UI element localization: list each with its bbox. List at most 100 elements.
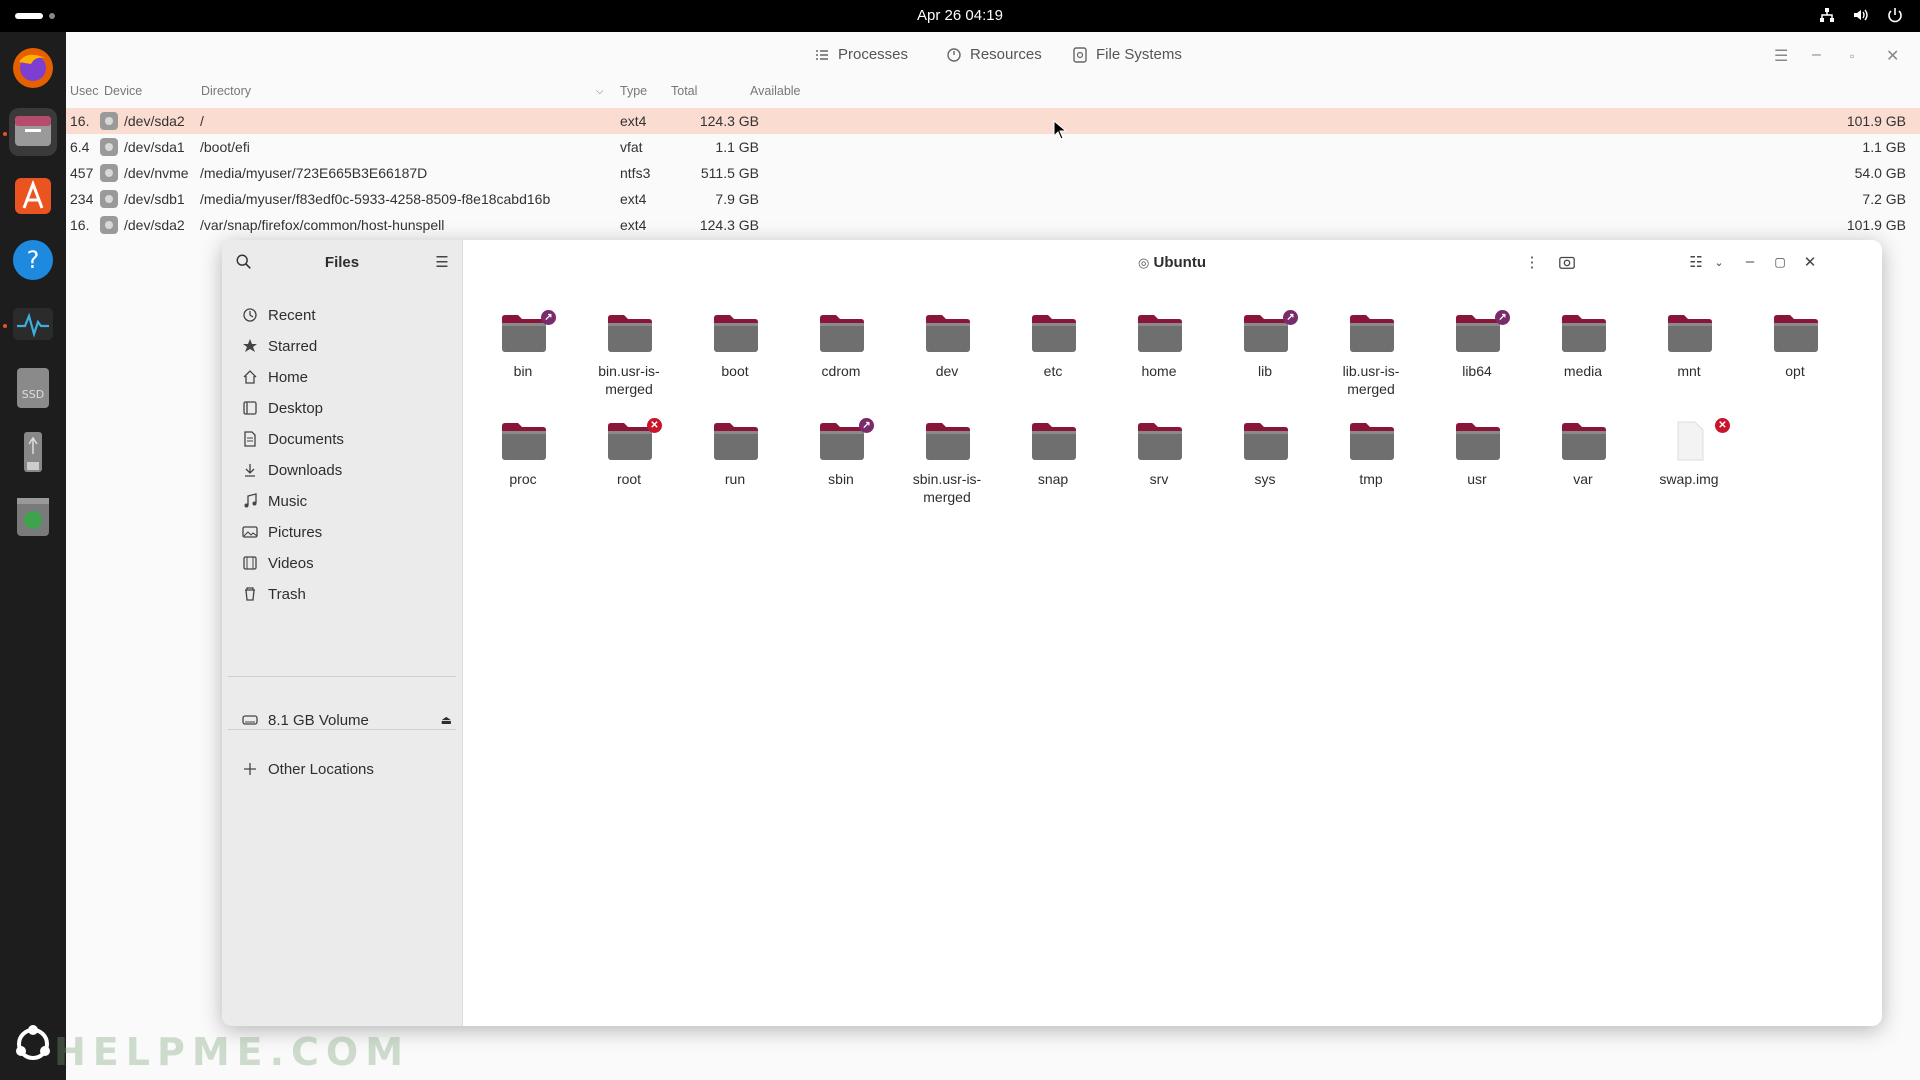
tab-processes[interactable]: Processes <box>814 46 908 63</box>
sidebar-item-downloads[interactable]: Downloads <box>242 453 452 487</box>
clock[interactable]: Apr 26 04:19 <box>0 7 1920 24</box>
item-name: proc <box>509 471 537 487</box>
folder-icon <box>1350 315 1394 352</box>
app-center-icon[interactable] <box>9 172 57 220</box>
item-name: lib.usr-is-merged <box>1342 363 1400 397</box>
item-name: var <box>1573 471 1593 487</box>
maximize-icon[interactable]: ▢ <box>1770 255 1790 275</box>
minimize-icon[interactable]: – <box>1812 46 1821 64</box>
cell-type: ext4 <box>620 191 647 207</box>
sidebar-item-desktop[interactable]: Desktop <box>242 391 452 425</box>
chevron-down-icon[interactable]: ⌄ <box>1709 256 1729 276</box>
help-icon[interactable]: ? <box>9 236 57 284</box>
search-files-icon[interactable] <box>1557 253 1577 273</box>
folder-item[interactable]: ↗ lib64 <box>1427 310 1527 410</box>
col-available[interactable]: Available <box>750 84 801 98</box>
sidebar-item-other-locations[interactable]: Other Locations <box>242 752 452 786</box>
cell-directory: /boot/efi <box>200 139 250 155</box>
folder-icon <box>502 423 546 460</box>
table-row[interactable]: 457/dev/nvme/media/myuser/723E665B3E6618… <box>66 160 1920 186</box>
cell-available: 7.2 GB <box>1862 191 1906 207</box>
sidebar-item-pictures[interactable]: Pictures <box>242 515 452 549</box>
col-total[interactable]: Total <box>671 84 697 98</box>
folder-icon <box>1138 315 1182 352</box>
table-row[interactable]: 234/dev/sdb1/media/myuser/f83edf0c-5933-… <box>66 186 1920 212</box>
folder-item[interactable]: ↗ lib <box>1215 310 1315 410</box>
list-view-icon[interactable]: ☷ <box>1686 253 1706 273</box>
folder-item[interactable]: ↗ sbin <box>791 418 891 518</box>
tab-resources[interactable]: Resources <box>946 46 1042 63</box>
trash-icon[interactable] <box>9 492 57 540</box>
files-main: ◎ Ubuntu ⋮ ☷ ⌄ – ▢ ✕ ↗ bin bin.usr-is-mer… <box>462 240 1882 1026</box>
col-directory[interactable]: Directory <box>201 84 251 98</box>
show-apps-icon[interactable] <box>9 1020 57 1068</box>
folder-item[interactable]: usr <box>1427 418 1527 518</box>
col-type[interactable]: Type <box>620 84 647 98</box>
sidebar-item-label: Trash <box>268 585 306 603</box>
folder-item[interactable]: var <box>1533 418 1633 518</box>
folder-item[interactable]: media <box>1533 310 1633 410</box>
sidebar-item-music[interactable]: Music <box>242 484 452 518</box>
col-device[interactable]: Device <box>104 84 142 98</box>
folder-item[interactable]: boot <box>685 310 785 410</box>
sidebar-item-home[interactable]: Home <box>242 360 452 394</box>
table-row[interactable]: 6.4/dev/sda1/boot/efi vfat 1.1 GB 1.1 GB <box>66 134 1920 160</box>
folder-item[interactable]: ↗ bin <box>473 310 573 410</box>
folder-item[interactable]: tmp <box>1321 418 1421 518</box>
close-icon[interactable]: ✕ <box>1800 253 1820 273</box>
tab-file-systems[interactable]: File Systems <box>1072 46 1182 63</box>
star-icon <box>243 339 257 352</box>
folder-item[interactable]: bin.usr-is-merged <box>579 310 679 410</box>
table-row[interactable]: 16. /dev/sda2/var/snap/firefox/common/hos… <box>66 212 1920 238</box>
sidebar-item-recent[interactable]: Recent <box>242 298 452 332</box>
symlink-emblem-icon: ↗ <box>859 418 874 433</box>
more-options-icon[interactable]: ⋮ <box>1522 253 1542 273</box>
folder-item[interactable]: proc <box>473 418 573 518</box>
restore-icon[interactable]: ▫ <box>1850 49 1854 63</box>
folder-item[interactable]: snap <box>1003 418 1103 518</box>
folder-item[interactable]: etc <box>1003 310 1103 410</box>
sort-chevron-icon[interactable]: ⌵ <box>596 86 604 97</box>
folder-item[interactable]: sys <box>1215 418 1315 518</box>
sidebar-item-starred[interactable]: Starred <box>242 329 452 363</box>
file-item[interactable]: ✕ swap.img <box>1639 418 1739 518</box>
firefox-icon[interactable] <box>9 44 57 92</box>
divider <box>228 676 456 677</box>
menu-icon[interactable]: ☰ <box>1774 46 1788 66</box>
system-tray[interactable] <box>1818 6 1904 24</box>
folder-item[interactable]: srv <box>1109 418 1209 518</box>
folder-item[interactable]: home <box>1109 310 1209 410</box>
hamburger-menu-icon[interactable]: ☰ <box>432 253 452 273</box>
folder-item[interactable]: sbin.usr-is-merged <box>897 418 997 518</box>
folder-item[interactable]: ✕ root <box>579 418 679 518</box>
files-icon[interactable] <box>9 108 57 156</box>
item-name: bin <box>513 363 533 379</box>
sidebar-item-videos[interactable]: Videos <box>242 546 452 580</box>
cell-device: /dev/sda2 <box>124 113 185 129</box>
cell-used: 234 <box>70 191 94 207</box>
col-used[interactable]: Usec <box>70 84 98 98</box>
folder-item[interactable]: run <box>685 418 785 518</box>
cell-used: 16. <box>70 113 90 129</box>
usb-drive-icon[interactable] <box>9 428 57 476</box>
clock-icon <box>243 308 257 322</box>
sidebar-item-label: Recent <box>268 306 316 324</box>
folder-item[interactable]: lib.usr-is-merged <box>1321 310 1421 410</box>
tab-processes-label: Processes <box>838 46 909 63</box>
sidebar-item-volume[interactable]: 8.1 GB Volume ⏏ <box>242 703 452 737</box>
location-title[interactable]: ◎ Ubuntu <box>462 254 1882 271</box>
close-icon[interactable]: ✕ <box>1886 46 1899 66</box>
cell-used: 457 <box>70 165 94 181</box>
sidebar-item-documents[interactable]: Documents <box>242 422 452 456</box>
folder-item[interactable]: dev <box>897 310 997 410</box>
folder-item[interactable]: mnt <box>1639 310 1739 410</box>
table-row[interactable]: 16. /dev/sda2 / ext4 124.3 GB 101.9 GB <box>66 108 1920 134</box>
ssd-drive-icon[interactable]: SSD <box>9 364 57 412</box>
folder-item[interactable]: cdrom <box>791 310 891 410</box>
item-name: lib <box>1257 363 1272 379</box>
minimize-icon[interactable]: – <box>1740 253 1760 273</box>
system-monitor-icon[interactable] <box>9 300 57 348</box>
eject-icon[interactable]: ⏏ <box>441 713 452 727</box>
folder-item[interactable]: opt <box>1745 310 1845 410</box>
sidebar-item-trash[interactable]: Trash <box>242 577 452 611</box>
